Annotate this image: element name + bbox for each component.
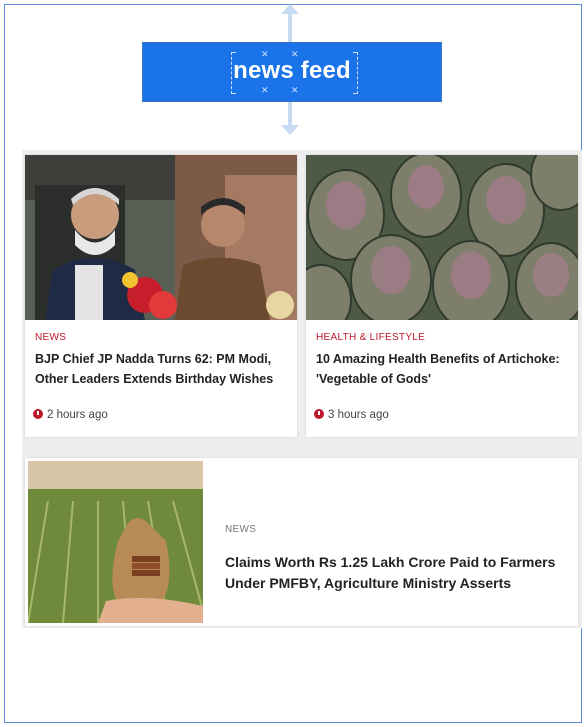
article-headline[interactable]: BJP Chief JP Nadda Turns 62: PM Modi, Ot…	[35, 349, 297, 389]
news-card[interactable]: NEWS Claims Worth Rs 1.25 Lakh Crore Pai…	[25, 458, 578, 626]
article-thumbnail[interactable]	[25, 155, 297, 320]
article-thumbnail[interactable]	[306, 155, 578, 320]
selection-marker: ✕	[291, 85, 299, 95]
article-category[interactable]: HEALTH & LIFESTYLE	[316, 332, 425, 343]
article-thumbnail[interactable]	[28, 461, 203, 623]
article-category[interactable]: NEWS	[35, 332, 66, 343]
page-title: news feed	[233, 57, 351, 84]
selection-marker: ✕	[261, 85, 269, 95]
clock-icon	[33, 409, 43, 419]
article-headline[interactable]: 10 Amazing Health Benefits of Artichoke:…	[316, 349, 578, 389]
clock-icon	[314, 409, 324, 419]
news-card[interactable]: NEWS BJP Chief JP Nadda Turns 62: PM Mod…	[25, 155, 297, 437]
news-feed-header[interactable]: ✕ ✕ ✕ ✕ news feed	[142, 42, 442, 102]
article-timestamp: 2 hours ago	[33, 409, 108, 421]
article-category[interactable]: NEWS	[225, 524, 256, 535]
news-card[interactable]: HEALTH & LIFESTYLE 10 Amazing Health Ben…	[306, 155, 578, 437]
article-timestamp: 3 hours ago	[314, 409, 389, 421]
article-headline[interactable]: Claims Worth Rs 1.25 Lakh Crore Paid to …	[225, 552, 565, 594]
